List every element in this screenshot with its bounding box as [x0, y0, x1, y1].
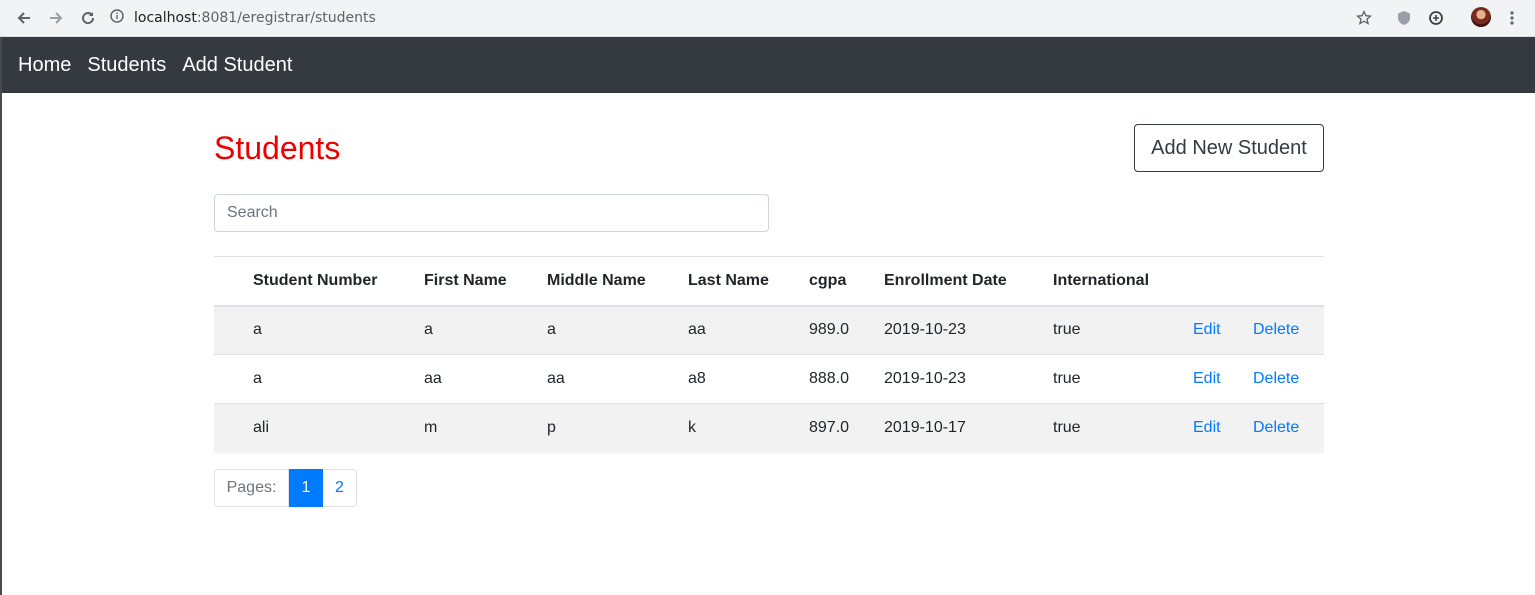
nav-home-link[interactable]: Home: [18, 54, 71, 77]
cell-first-name: a: [424, 305, 547, 355]
shield-icon[interactable]: [1394, 8, 1414, 28]
back-arrow-icon[interactable]: [14, 8, 34, 28]
header-edit-col: [1193, 256, 1253, 307]
cell-last-name: k: [688, 403, 809, 453]
header-cgpa: cgpa: [809, 256, 884, 307]
url-path: :8081/eregistrar/students: [196, 10, 376, 26]
delete-link[interactable]: Delete: [1253, 370, 1299, 387]
address-bar[interactable]: localhost:8081/eregistrar/students: [110, 4, 1390, 32]
row-spacer: [214, 354, 253, 404]
edit-link[interactable]: Edit: [1193, 419, 1221, 436]
cell-enrollment-date: 2019-10-23: [884, 354, 1053, 404]
cell-first-name: aa: [424, 354, 547, 404]
cell-student-number: a: [253, 354, 424, 404]
cell-middle-name: p: [547, 403, 688, 453]
cell-enrollment-date: 2019-10-17: [884, 403, 1053, 453]
nav-students-link[interactable]: Students: [87, 54, 166, 77]
star-icon[interactable]: [1354, 8, 1374, 28]
page-title: Students: [214, 130, 341, 166]
cell-cgpa: 888.0: [809, 354, 884, 404]
cell-middle-name: aa: [547, 354, 688, 404]
header-international: International: [1053, 256, 1193, 307]
nav-add-student-link[interactable]: Add Student: [182, 54, 292, 77]
cell-international: true: [1053, 354, 1193, 404]
cell-last-name: aa: [688, 305, 809, 355]
students-table: Student Number First Name Middle Name La…: [214, 256, 1324, 453]
cell-cgpa: 897.0: [809, 403, 884, 453]
cell-international: true: [1053, 403, 1193, 453]
add-new-student-button[interactable]: Add New Student: [1134, 124, 1324, 172]
cell-middle-name: a: [547, 305, 688, 355]
search-input[interactable]: [214, 194, 769, 232]
table-header-row: Student Number First Name Middle Name La…: [214, 256, 1324, 307]
header-last-name: Last Name: [688, 256, 809, 307]
browser-toolbar: localhost:8081/eregistrar/students: [0, 0, 1535, 37]
cell-last-name: a8: [688, 354, 809, 404]
edit-link[interactable]: Edit: [1193, 370, 1221, 387]
cell-student-number: ali: [253, 403, 424, 453]
row-spacer: [214, 305, 253, 355]
pagination: Pages: 1 2: [214, 469, 357, 507]
window-edge: [0, 37, 2, 595]
url-host: localhost: [134, 10, 197, 26]
header-middle-name: Middle Name: [547, 256, 688, 307]
info-icon[interactable]: [110, 8, 124, 28]
sync-icon[interactable]: [1426, 8, 1446, 28]
delete-link[interactable]: Delete: [1253, 419, 1299, 436]
cell-student-number: a: [253, 305, 424, 355]
header-spacer: [214, 256, 253, 307]
more-menu-icon[interactable]: [1502, 8, 1522, 28]
cell-international: true: [1053, 305, 1193, 355]
table-row: ali m p k 897.0 2019-10-17 true Edit Del…: [214, 403, 1324, 453]
url-text: localhost:8081/eregistrar/students: [134, 10, 376, 26]
table-row: a aa aa a8 888.0 2019-10-23 true Edit De…: [214, 354, 1324, 404]
cell-enrollment-date: 2019-10-23: [884, 305, 1053, 355]
pagination-label: Pages:: [214, 469, 289, 507]
page-link-2[interactable]: 2: [323, 469, 357, 507]
reload-icon[interactable]: [78, 8, 98, 28]
profile-avatar[interactable]: [1471, 7, 1491, 27]
row-spacer: [214, 403, 253, 453]
header-student-number: Student Number: [253, 256, 424, 307]
app-navbar: Home Students Add Student: [2, 37, 1535, 93]
header-delete-col: [1253, 256, 1324, 307]
table-row: a a a aa 989.0 2019-10-23 true Edit Dele…: [214, 305, 1324, 355]
cell-cgpa: 989.0: [809, 305, 884, 355]
cell-first-name: m: [424, 403, 547, 453]
edit-link[interactable]: Edit: [1193, 321, 1221, 338]
forward-arrow-icon[interactable]: [46, 8, 66, 28]
header-first-name: First Name: [424, 256, 547, 307]
header-enrollment-date: Enrollment Date: [884, 256, 1053, 307]
delete-link[interactable]: Delete: [1253, 321, 1299, 338]
page-link-1[interactable]: 1: [289, 469, 323, 507]
